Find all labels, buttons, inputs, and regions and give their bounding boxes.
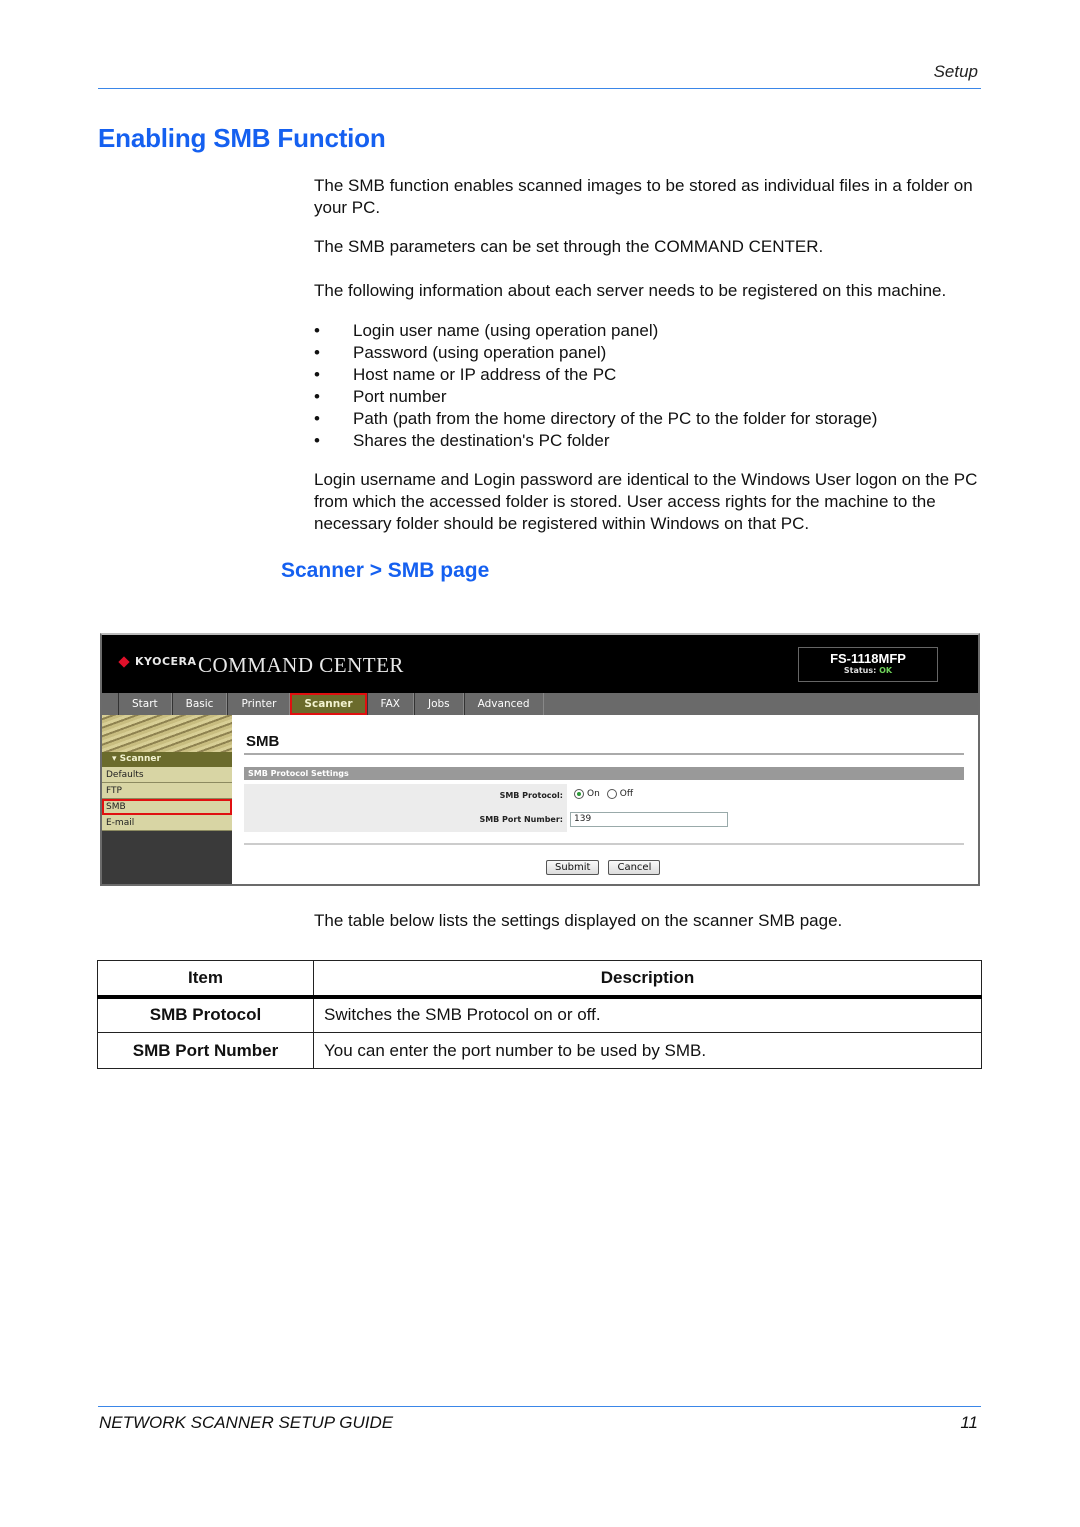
running-header: Setup <box>933 62 978 81</box>
column-header-item: Item <box>97 960 314 999</box>
brand-name: KYOCERA <box>135 655 197 668</box>
list-item: • Host name or IP address of the PC <box>314 364 984 386</box>
radio-on-label: On <box>587 789 600 799</box>
smb-port-input[interactable]: 139 <box>570 812 728 827</box>
bullet-icon: • <box>314 343 320 362</box>
bullet-icon: • <box>314 409 320 428</box>
list-item: • Password (using operation panel) <box>314 342 984 364</box>
form-divider <box>244 843 964 845</box>
page-title: Enabling SMB Function <box>98 123 386 153</box>
bullet-icon: • <box>314 365 320 384</box>
list-item-text: Host name or IP address of the PC <box>353 365 617 384</box>
table-row: SMB Port Number You can enter the port n… <box>97 1032 982 1069</box>
form-buttons: Submit Cancel <box>546 860 661 875</box>
sidebar-item-email[interactable]: E-mail <box>102 815 232 831</box>
page-number: 11 <box>960 1413 978 1432</box>
table-header-row: Item Description <box>97 960 982 999</box>
footer-rule <box>98 1406 981 1407</box>
kyocera-logo: KYOCERA <box>120 655 197 668</box>
device-model: FS-1118MFP <box>830 651 906 666</box>
sidebar-item-ftp[interactable]: FTP <box>102 783 232 799</box>
table-cell-item: SMB Protocol <box>97 996 314 1033</box>
intro-paragraph: The SMB function enables scanned images … <box>314 176 973 217</box>
server-info-paragraph: The following information about each ser… <box>314 281 947 300</box>
tab-fax[interactable]: FAX <box>366 693 414 715</box>
cancel-button[interactable]: Cancel <box>608 860 661 875</box>
status-label: Status: <box>843 666 877 675</box>
settings-table: Item Description SMB Protocol Switches t… <box>97 960 982 1069</box>
list-item-text: Port number <box>353 387 447 406</box>
tab-scanner[interactable]: Scanner <box>290 693 367 715</box>
submit-button[interactable]: Submit <box>546 860 600 875</box>
list-item-text: Shares the destination's PC folder <box>353 431 610 450</box>
sidebar-item-defaults[interactable]: Defaults <box>102 767 232 783</box>
bullet-icon: • <box>314 431 320 450</box>
cc-main-panel: SMB SMB Protocol Settings SMB Protocol: … <box>232 715 978 884</box>
cc-app-title: COMMAND CENTER <box>198 653 404 677</box>
table-row: SMB Protocol Switches the SMB Protocol o… <box>97 996 982 1033</box>
radio-on[interactable] <box>574 789 584 799</box>
bullet-icon: • <box>314 321 320 340</box>
list-item-text: Password (using operation panel) <box>353 343 607 362</box>
table-cell-description: Switches the SMB Protocol on or off. <box>313 996 982 1033</box>
smb-port-label: SMB Port Number: <box>479 815 563 824</box>
list-item: • Path (path from the home directory of t… <box>314 408 984 430</box>
command-center-screenshot: KYOCERA COMMAND CENTER FS-1118MFP Status… <box>100 633 980 886</box>
footer-guide-title: NETWORK SCANNER SETUP GUIDE <box>99 1413 394 1432</box>
list-item: • Shares the destination's PC folder <box>314 430 984 452</box>
list-item: • Login user name (using operation panel) <box>314 320 984 342</box>
form-label-column: SMB Protocol: SMB Port Number: <box>244 784 567 832</box>
sidebar-section-label: Scanner <box>119 754 161 764</box>
table-caption: The table below lists the settings displ… <box>314 911 843 930</box>
tab-printer[interactable]: Printer <box>227 693 291 715</box>
header-rule <box>98 88 981 89</box>
tab-jobs[interactable]: Jobs <box>413 693 464 715</box>
tab-start[interactable]: Start <box>118 693 172 715</box>
list-item: • Port number <box>314 386 984 408</box>
tab-advanced[interactable]: Advanced <box>463 693 544 715</box>
sidebar-item-smb[interactable]: SMB <box>102 799 232 815</box>
table-cell-description: You can enter the port number to be used… <box>313 1032 982 1069</box>
cc-page-heading: SMB <box>246 733 280 750</box>
device-status-box: FS-1118MFP Status: OK <box>798 647 938 682</box>
sand-banner-image <box>102 715 232 752</box>
device-status: Status: OK <box>799 666 937 675</box>
status-value: OK <box>879 666 893 675</box>
bullet-icon: • <box>314 387 320 406</box>
login-note-paragraph: Login username and Login password are id… <box>314 470 978 533</box>
column-header-description: Description <box>313 960 982 999</box>
settings-section-bar: SMB Protocol Settings <box>244 767 964 780</box>
sidebar-section-scanner[interactable]: ▾ Scanner <box>102 752 232 767</box>
triangle-down-icon: ▾ <box>112 754 120 764</box>
cc-header: KYOCERA COMMAND CENTER FS-1118MFP Status… <box>102 635 978 693</box>
section-subheading: Scanner > SMB page <box>281 559 490 582</box>
list-item-text: Path (path from the home directory of th… <box>353 409 878 428</box>
table-cell-item: SMB Port Number <box>97 1032 314 1069</box>
cc-sidebar: ▾ Scanner Defaults FTP SMB E-mail <box>102 715 232 884</box>
tab-basic[interactable]: Basic <box>171 693 228 715</box>
kyocera-logo-icon <box>120 656 132 668</box>
server-info-list: • Login user name (using operation panel)… <box>314 320 984 452</box>
heading-divider <box>244 753 964 755</box>
cc-tab-bar: Start Basic Printer Scanner FAX Jobs Adv… <box>102 693 978 715</box>
command-center-paragraph: The SMB parameters can be set through th… <box>314 237 824 256</box>
radio-off[interactable] <box>606 789 617 799</box>
smb-protocol-label: SMB Protocol: <box>499 791 563 800</box>
smb-settings-form: SMB Protocol: SMB Port Number: On Off 13… <box>244 784 730 832</box>
smb-protocol-radio-group: On Off <box>574 789 640 799</box>
radio-off-label: Off <box>619 789 634 799</box>
list-item-text: Login user name (using operation panel) <box>353 321 659 340</box>
